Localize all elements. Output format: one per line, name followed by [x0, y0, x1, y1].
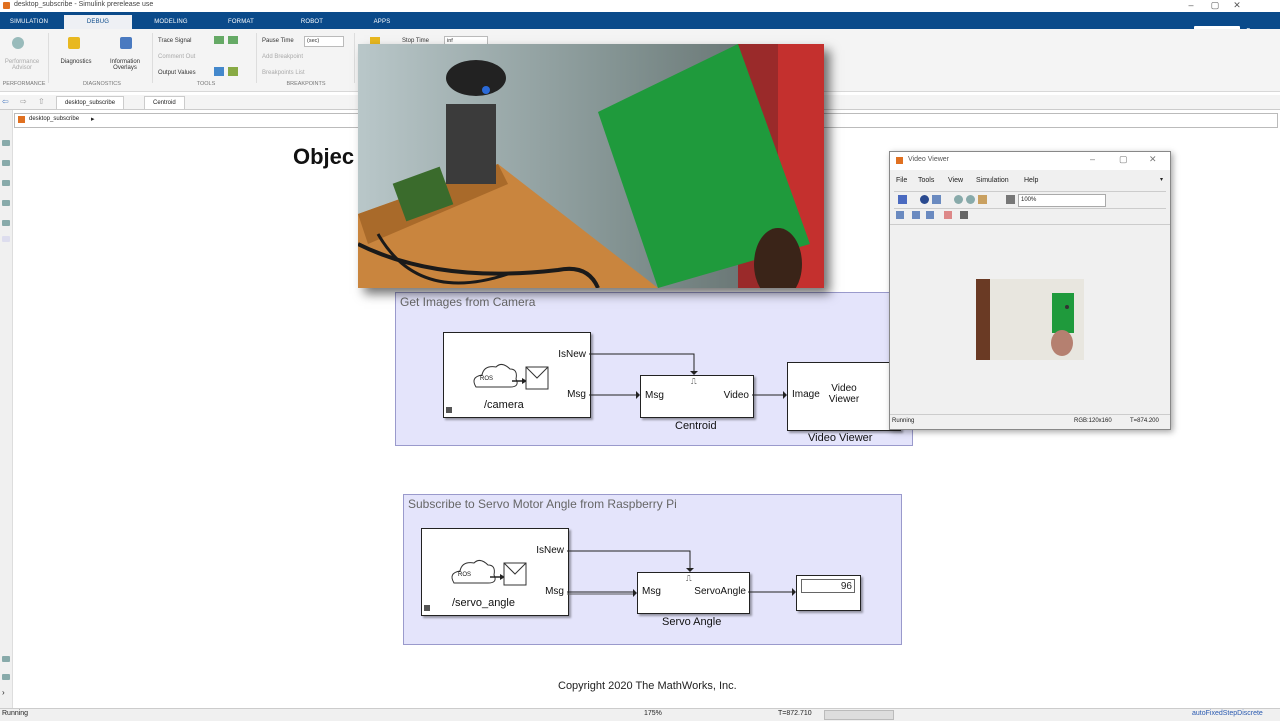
menu-view[interactable]: View	[948, 177, 963, 184]
snapshot-icon[interactable]	[960, 211, 968, 219]
minimize-icon[interactable]: –	[1090, 154, 1095, 164]
stop-icon[interactable]	[896, 211, 904, 219]
vv-title: Video Viewer	[908, 156, 949, 163]
play-icon[interactable]	[912, 211, 920, 219]
vv-status-bar: Running RGB:120x160 T=874.200	[890, 414, 1170, 429]
menu-tools[interactable]: Tools	[918, 177, 934, 184]
zoom-in-icon[interactable]	[954, 195, 963, 204]
pan-icon[interactable]	[978, 195, 987, 204]
vv-status-time: T=874.200	[1130, 418, 1159, 424]
menu-file[interactable]: File	[896, 177, 907, 184]
vv-toolbar: 100%	[894, 191, 1166, 209]
vv-playback-toolbar	[894, 209, 1166, 222]
fit-icon[interactable]	[1006, 195, 1015, 204]
status-running: Running	[2, 710, 29, 717]
zoom-out-icon[interactable]	[966, 195, 975, 204]
status-bar: Running 175% T=872.710 autoFixedStepDisc…	[0, 708, 1280, 721]
highlight-icon[interactable]	[944, 211, 952, 219]
status-time: T=872.710	[778, 710, 812, 717]
menu-simulation[interactable]: Simulation	[976, 177, 1009, 184]
vv-display-area	[890, 224, 1170, 415]
solver-link[interactable]: autoFixedStepDiscrete	[1192, 710, 1263, 717]
zoom-select[interactable]: 100%	[1018, 194, 1106, 207]
camera-video-overlay	[358, 44, 824, 288]
menu-help[interactable]: Help	[1024, 177, 1038, 184]
camera-frame-image	[358, 44, 824, 288]
vv-status-size: RGB:120x160	[1074, 418, 1112, 424]
vv-status-running: Running	[892, 418, 915, 424]
vv-title-bar: Video Viewer – ▢ ✕	[890, 152, 1170, 170]
print-icon[interactable]	[898, 195, 907, 204]
step-icon[interactable]	[926, 211, 934, 219]
copyright-text: Copyright 2020 The MathWorks, Inc.	[558, 680, 737, 692]
video-viewer-window[interactable]: Video Viewer – ▢ ✕ File Tools View Simul…	[889, 151, 1171, 430]
export-icon[interactable]	[932, 195, 941, 204]
vv-frame-image	[976, 279, 1084, 360]
status-zoom: 175%	[644, 710, 662, 717]
menu-arrow-icon[interactable]: ▾	[1160, 176, 1163, 183]
info-icon[interactable]	[920, 195, 929, 204]
matlab-icon	[896, 157, 903, 164]
progress-bar	[824, 710, 894, 720]
maximize-icon[interactable]: ▢	[1119, 154, 1128, 165]
close-icon[interactable]: ✕	[1149, 154, 1157, 165]
